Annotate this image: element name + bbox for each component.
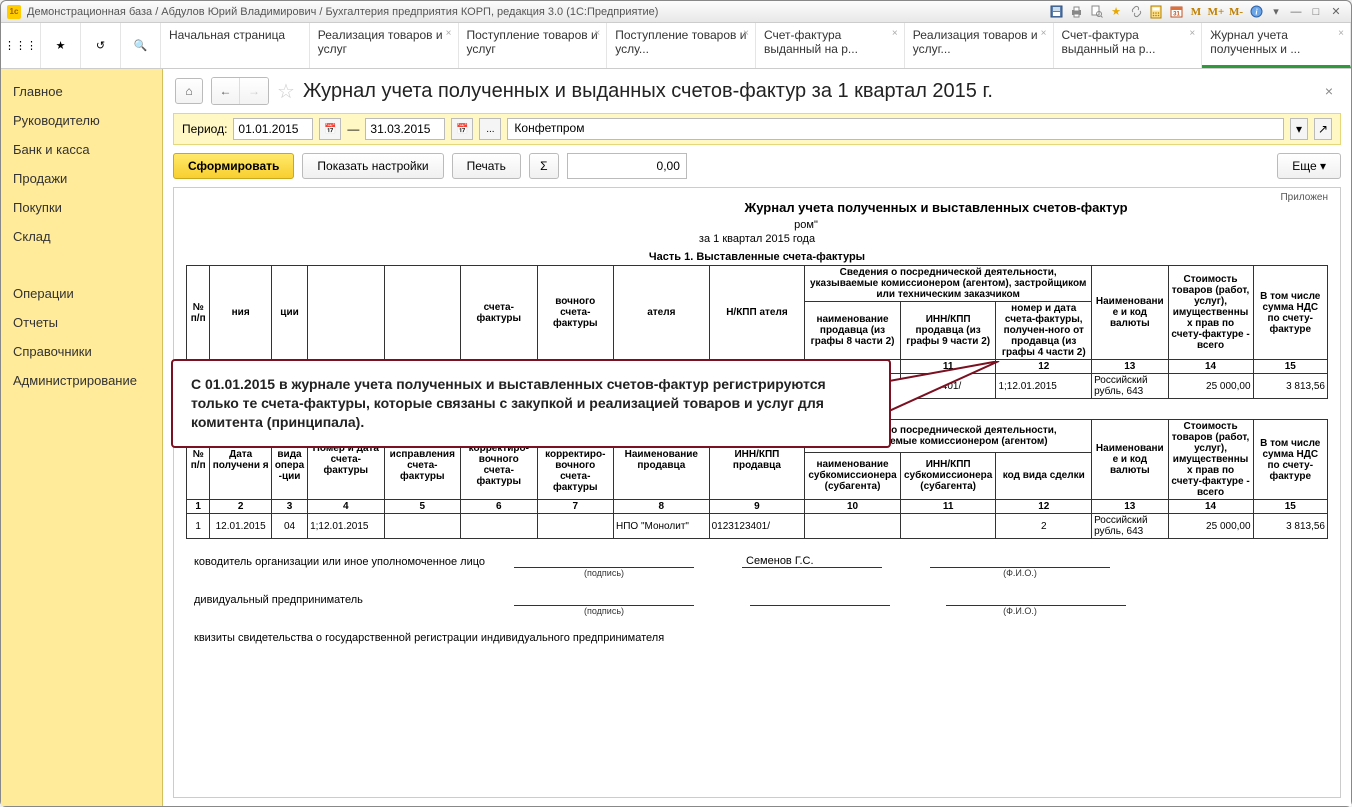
- window-title: Демонстрационная база / Абдулов Юрий Вла…: [27, 6, 658, 18]
- calendar-from-icon[interactable]: 📅: [319, 118, 341, 140]
- search-tab-icon[interactable]: 🔍: [121, 23, 161, 68]
- close-icon[interactable]: ×: [743, 27, 749, 41]
- info-icon[interactable]: i: [1247, 4, 1265, 20]
- close-window-icon[interactable]: ✕: [1327, 4, 1345, 20]
- report-period: за 1 квартал 2015 года: [186, 233, 1328, 245]
- close-icon[interactable]: ×: [446, 27, 452, 41]
- settings-button[interactable]: Показать настройки: [302, 153, 443, 179]
- period-from-input[interactable]: [233, 118, 313, 140]
- period-to-input[interactable]: [365, 118, 445, 140]
- sidebar: Главное Руководителю Банк и касса Продаж…: [1, 69, 163, 806]
- apps-icon[interactable]: ⋮⋮⋮: [1, 23, 41, 68]
- sidebar-item-sales[interactable]: Продажи: [1, 164, 162, 193]
- signature-row-3: квизиты свидетельства о государственной …: [186, 632, 1328, 644]
- window-titlebar: 1c Демонстрационная база / Абдулов Юрий …: [1, 1, 1351, 23]
- info-callout: С 01.01.2015 в журнале учета полученных …: [171, 359, 891, 448]
- period-dash: —: [347, 122, 359, 136]
- dropdown-icon[interactable]: ▾: [1267, 4, 1285, 20]
- sum-field[interactable]: [567, 153, 687, 179]
- sigma-button[interactable]: Σ: [529, 153, 559, 179]
- tab-invoice-journal[interactable]: Журнал учета полученных и ...×: [1202, 23, 1351, 68]
- close-page-icon[interactable]: ×: [1319, 83, 1339, 99]
- calendar-to-icon[interactable]: 📅: [451, 118, 473, 140]
- attachment-text: Приложен: [1280, 192, 1328, 203]
- forward-button[interactable]: →: [240, 78, 268, 104]
- bookmark-icon[interactable]: ☆: [277, 79, 295, 104]
- app-logo-icon: 1c: [7, 5, 21, 19]
- report-title: Журнал учета полученных и выставленных с…: [706, 200, 1166, 215]
- calculator-icon[interactable]: [1147, 4, 1165, 20]
- more-button[interactable]: Еще ▾: [1277, 153, 1341, 179]
- sidebar-item-warehouse[interactable]: Склад: [1, 222, 162, 251]
- sidebar-item-bank[interactable]: Банк и касса: [1, 135, 162, 164]
- tab-realization-1[interactable]: Реализация товаров и услуг×: [310, 23, 459, 68]
- callout-tail-icon: [889, 361, 1009, 421]
- svg-text:31: 31: [1173, 12, 1180, 18]
- m-plus-button[interactable]: M+: [1207, 4, 1225, 20]
- back-button[interactable]: ←: [212, 78, 240, 104]
- tab-incoming-2[interactable]: Поступление товаров и услу...×: [607, 23, 756, 68]
- tab-start-page[interactable]: Начальная страница: [161, 23, 310, 68]
- print-icon[interactable]: [1067, 4, 1085, 20]
- org-open-icon[interactable]: ↗: [1314, 118, 1332, 140]
- close-icon[interactable]: ×: [892, 27, 898, 41]
- period-select-button[interactable]: ...: [479, 118, 501, 140]
- sidebar-item-blank1: [1, 251, 162, 265]
- maximize-icon[interactable]: □: [1307, 4, 1325, 20]
- save-icon[interactable]: [1047, 4, 1065, 20]
- sidebar-item-admin[interactable]: Администрирование: [1, 366, 162, 395]
- favorites-icon[interactable]: ★: [41, 23, 81, 68]
- sidebar-item-main[interactable]: Главное: [1, 77, 162, 106]
- close-icon[interactable]: ×: [594, 27, 600, 41]
- table-row[interactable]: 112.01.2015041;12.01.2015НПО "Монолит"01…: [187, 514, 1328, 539]
- sidebar-item-reports[interactable]: Отчеты: [1, 308, 162, 337]
- close-icon[interactable]: ×: [1189, 27, 1195, 41]
- signature-row-1: ководитель организации или иное уполномо…: [186, 555, 1328, 568]
- history-icon[interactable]: ↺: [81, 23, 121, 68]
- sidebar-item-operations[interactable]: Операции: [1, 279, 162, 308]
- action-bar: Сформировать Показать настройки Печать Σ…: [163, 145, 1351, 187]
- close-icon[interactable]: ×: [1338, 27, 1344, 41]
- m-button[interactable]: M: [1187, 4, 1205, 20]
- calendar-icon[interactable]: 31: [1167, 4, 1185, 20]
- part1-title: Часть 1. Выставленные счета-фактуры: [186, 251, 1328, 263]
- signature-row-2: дивидуальный предприниматель: [186, 594, 1328, 606]
- home-button[interactable]: ⌂: [175, 78, 203, 104]
- minimize-icon[interactable]: —: [1287, 4, 1305, 20]
- sidebar-item-purchases[interactable]: Покупки: [1, 193, 162, 222]
- report-org-tail: ром": [706, 219, 906, 231]
- organization-field[interactable]: Конфетпром: [507, 118, 1284, 140]
- page-title: Журнал учета полученных и выданных счето…: [303, 80, 993, 103]
- preview-icon[interactable]: [1087, 4, 1105, 20]
- tab-invoice-out-1[interactable]: Счет-фактура выданный на р...×: [756, 23, 905, 68]
- sidebar-item-blank2: [1, 265, 162, 279]
- tab-invoice-out-2[interactable]: Счет-фактура выданный на р...×: [1054, 23, 1203, 68]
- org-dropdown-icon[interactable]: ▾: [1290, 118, 1308, 140]
- report-area[interactable]: Приложен Журнал учета полученных и выста…: [173, 187, 1341, 798]
- period-label: Период:: [182, 122, 227, 136]
- tab-incoming-1[interactable]: Поступление товаров и услуг×: [459, 23, 608, 68]
- sidebar-item-catalogs[interactable]: Справочники: [1, 337, 162, 366]
- favorite-icon[interactable]: ★: [1107, 4, 1125, 20]
- generate-button[interactable]: Сформировать: [173, 153, 294, 179]
- sidebar-item-manager[interactable]: Руководителю: [1, 106, 162, 135]
- m-minus-button[interactable]: M-: [1227, 4, 1245, 20]
- close-icon[interactable]: ×: [1041, 27, 1047, 41]
- tab-realization-2[interactable]: Реализация товаров и услуг...×: [905, 23, 1054, 68]
- link-icon[interactable]: [1127, 4, 1145, 20]
- print-button[interactable]: Печать: [452, 153, 521, 179]
- period-bar: Период: 📅 — 📅 ... Конфетпром ▾ ↗: [173, 113, 1341, 145]
- main-tabbar: ⋮⋮⋮ ★ ↺ 🔍 Начальная страница Реализация …: [1, 23, 1351, 69]
